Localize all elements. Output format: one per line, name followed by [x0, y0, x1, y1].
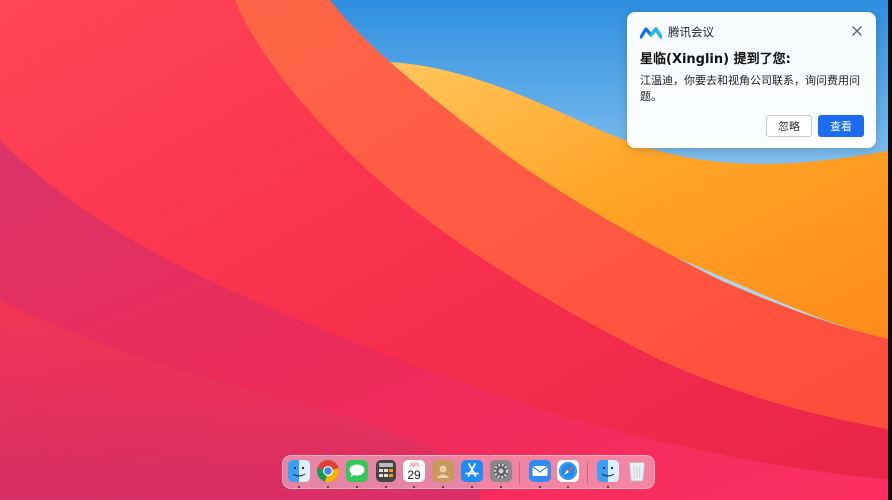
notification-body: 江温迪，你要去和视角公司联系，询问费用问题。 — [640, 74, 860, 103]
mail-icon — [529, 460, 551, 482]
screen-edge — [888, 0, 892, 500]
running-indicator — [607, 486, 609, 488]
dock-item-app-store[interactable] — [460, 459, 484, 488]
dock-item-system-preferences[interactable] — [489, 459, 513, 488]
running-indicator — [298, 486, 300, 488]
calendar-icon: JUN 29 — [403, 460, 425, 482]
calculator-icon — [376, 460, 396, 482]
chrome-icon — [317, 460, 339, 482]
dock-item-contacts[interactable] — [431, 459, 455, 488]
running-indicator — [567, 486, 569, 488]
running-indicator — [413, 486, 415, 488]
running-indicator — [327, 486, 329, 488]
dock-separator — [519, 462, 520, 484]
notification-title: 星临(Xinglin) 提到了您: — [640, 52, 791, 67]
dock-separator — [587, 462, 588, 484]
dock-item-messages[interactable] — [345, 459, 369, 488]
dock-item-safari[interactable] — [556, 459, 580, 488]
finder-icon — [288, 460, 310, 482]
running-indicator — [442, 486, 444, 488]
dock-item-calendar[interactable]: JUN 29 — [402, 459, 426, 488]
trash-icon — [629, 462, 645, 482]
app-store-icon — [461, 460, 483, 482]
finder-icon — [597, 460, 619, 482]
running-indicator — [500, 486, 502, 488]
notification-banner[interactable]: 腾讯会议 星临(Xinglin) 提到了您: 江温迪，你要去和视角公司联系，询问… — [627, 12, 876, 148]
running-indicator — [471, 486, 473, 488]
contacts-icon — [432, 460, 454, 482]
notification-actions: 忽略 查看 — [766, 115, 864, 137]
dock-item-calculator[interactable] — [374, 459, 398, 488]
tencent-meeting-icon — [639, 25, 663, 39]
safari-icon — [557, 460, 579, 482]
notification-header: 腾讯会议 — [639, 23, 863, 41]
app-name: 腾讯会议 — [668, 25, 714, 39]
system-preferences-icon — [490, 460, 512, 482]
dock-item-mail[interactable] — [528, 459, 552, 488]
running-indicator — [385, 486, 387, 488]
calendar-day: 29 — [407, 468, 421, 482]
dock: JUN 29 — [282, 455, 655, 489]
dock-item-trash[interactable] — [625, 459, 649, 483]
ignore-button[interactable]: 忽略 — [766, 115, 812, 137]
running-indicator — [356, 486, 358, 488]
dock-item-finder[interactable] — [287, 459, 311, 488]
running-indicator — [539, 486, 541, 488]
view-button[interactable]: 查看 — [818, 115, 864, 137]
desktop: 腾讯会议 星临(Xinglin) 提到了您: 江温迪，你要去和视角公司联系，询问… — [0, 0, 892, 500]
dock-item-finder-2[interactable] — [596, 459, 620, 488]
messages-icon — [346, 460, 368, 482]
dock-item-chrome[interactable] — [316, 459, 340, 488]
close-icon[interactable] — [850, 24, 864, 38]
